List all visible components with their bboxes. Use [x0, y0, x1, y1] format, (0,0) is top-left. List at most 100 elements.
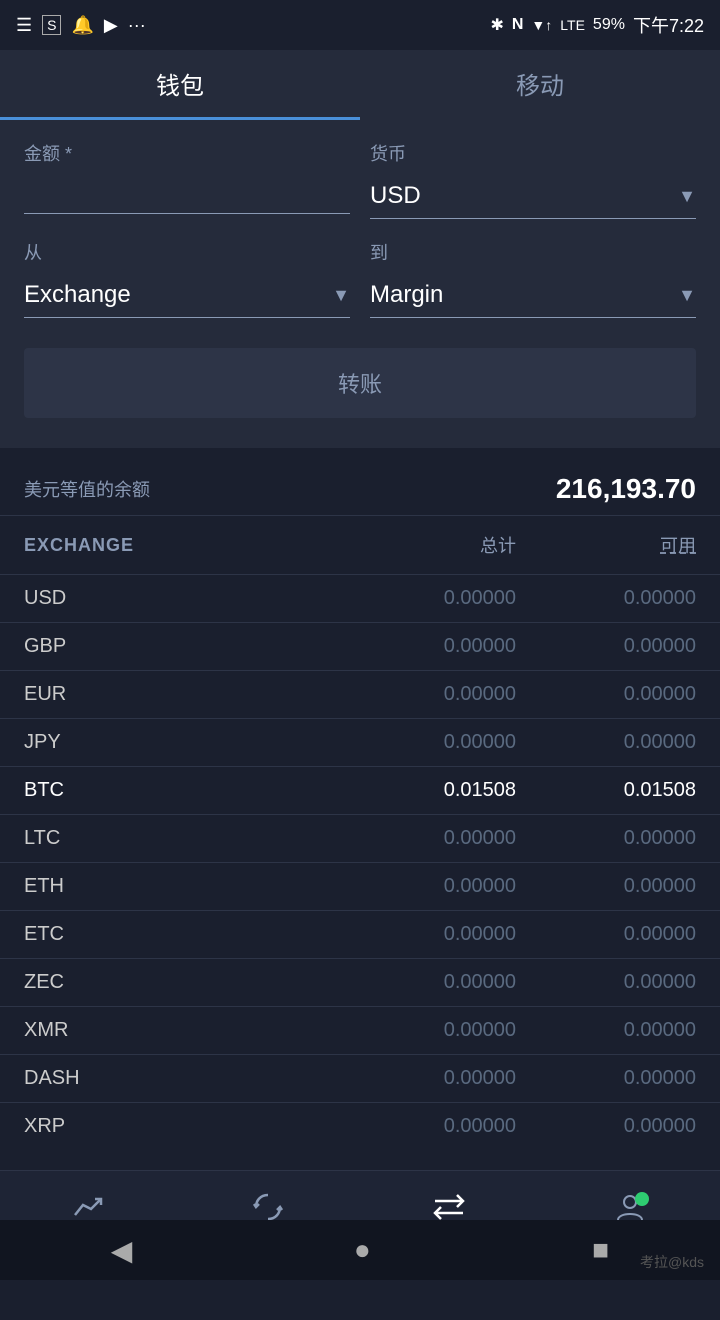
- watermark: 考拉@kds: [640, 1252, 704, 1272]
- nfc-icon: N: [512, 16, 524, 34]
- tab-wallet[interactable]: 钱包: [0, 50, 360, 120]
- total-value: 0.00000: [316, 635, 516, 658]
- main-tab-bar: 钱包 移动: [0, 50, 720, 120]
- form-row-2: 从 Exchange ▼ 到 Margin ▼: [24, 239, 696, 318]
- signal-icon: ▼↑: [531, 17, 552, 33]
- table-row: LTC 0.00000 0.00000: [0, 814, 720, 862]
- currency-symbol: ZEC: [24, 971, 316, 994]
- table-row: ETC 0.00000 0.00000: [0, 910, 720, 958]
- available-value: 0.00000: [516, 875, 696, 898]
- currency-select[interactable]: USD ▼: [370, 174, 696, 219]
- exchange-section-title: EXCHANGE: [24, 535, 316, 556]
- exchange-header: EXCHANGE 总计 可用: [0, 516, 720, 574]
- transfer-button[interactable]: 转账: [24, 348, 696, 418]
- total-value: 0.00000: [316, 827, 516, 850]
- status-right-info: ✱ N ▼↑ LTE 59% 下午7:22: [490, 12, 704, 38]
- currency-symbol: DASH: [24, 1067, 316, 1090]
- currency-dropdown-arrow: ▼: [678, 186, 696, 207]
- amount-label: 金额 *: [24, 140, 350, 166]
- available-value: 0.00000: [516, 635, 696, 658]
- currency-symbol: JPY: [24, 731, 316, 754]
- online-dot: [635, 1192, 649, 1206]
- home-button[interactable]: ●: [354, 1234, 371, 1266]
- menu-icon: ☰: [16, 15, 32, 36]
- from-value: Exchange: [24, 281, 131, 309]
- time-label: 下午7:22: [633, 12, 704, 38]
- total-value: 0.00000: [316, 875, 516, 898]
- table-row: JPY 0.00000 0.00000: [0, 718, 720, 766]
- transfer-form: 金额 * 货币 USD ▼ 从 Exchange ▼: [0, 120, 720, 449]
- currency-label: 货币: [370, 140, 696, 166]
- total-value: 0.00000: [316, 1115, 516, 1138]
- currency-value: USD: [370, 182, 421, 210]
- available-value: 0.00000: [516, 971, 696, 994]
- total-value: 0.00000: [316, 923, 516, 946]
- total-value: 0.00000: [316, 731, 516, 754]
- exchange-rows-container: USD 0.00000 0.00000 GBP 0.00000 0.00000 …: [0, 574, 720, 1150]
- currency-symbol: ETH: [24, 875, 316, 898]
- to-value: Margin: [370, 281, 443, 309]
- currency-symbol: XMR: [24, 1019, 316, 1042]
- bell-icon: 🔔: [71, 15, 93, 36]
- total-value: 0.00000: [316, 1067, 516, 1090]
- exchange-section: EXCHANGE 总计 可用 USD 0.00000 0.00000 GBP 0…: [0, 516, 720, 1150]
- balance-label: 美元等值的余额: [24, 476, 150, 502]
- currency-group: 货币 USD ▼: [370, 140, 696, 219]
- to-dropdown-arrow: ▼: [678, 285, 696, 306]
- total-value: 0.00000: [316, 683, 516, 706]
- amount-input[interactable]: [24, 174, 350, 214]
- tab-mobile[interactable]: 移动: [360, 50, 720, 120]
- bluetooth-icon: ✱: [490, 15, 503, 35]
- to-label: 到: [370, 239, 696, 265]
- currency-symbol: LTC: [24, 827, 316, 850]
- table-row: USD 0.00000 0.00000: [0, 574, 720, 622]
- from-group: 从 Exchange ▼: [24, 239, 350, 318]
- more-icon: ···: [128, 15, 146, 36]
- system-nav-bar: ◀ ● ■ 考拉@kds: [0, 1220, 720, 1280]
- available-value: 0.01508: [516, 779, 696, 802]
- col-available-header: 可用: [516, 532, 696, 558]
- status-bar: ☰ S 🔔 ▶ ··· ✱ N ▼↑ LTE 59% 下午7:22: [0, 0, 720, 50]
- play-icon: ▶: [104, 15, 118, 36]
- available-value: 0.00000: [516, 1067, 696, 1090]
- currency-symbol: ETC: [24, 923, 316, 946]
- currency-symbol: EUR: [24, 683, 316, 706]
- table-row: ZEC 0.00000 0.00000: [0, 958, 720, 1006]
- table-row: XMR 0.00000 0.00000: [0, 1006, 720, 1054]
- lte-label: LTE: [560, 17, 585, 33]
- available-value: 0.00000: [516, 587, 696, 610]
- balance-value: 216,193.70: [556, 473, 696, 505]
- from-select[interactable]: Exchange ▼: [24, 273, 350, 318]
- status-left-icons: ☰ S 🔔 ▶ ···: [16, 15, 146, 36]
- available-value: 0.00000: [516, 1115, 696, 1138]
- available-value: 0.00000: [516, 923, 696, 946]
- back-button[interactable]: ◀: [111, 1234, 133, 1267]
- table-row: EUR 0.00000 0.00000: [0, 670, 720, 718]
- total-value: 0.01508: [316, 779, 516, 802]
- available-value: 0.00000: [516, 1019, 696, 1042]
- battery-label: 59%: [593, 16, 625, 34]
- to-group: 到 Margin ▼: [370, 239, 696, 318]
- table-row: DASH 0.00000 0.00000: [0, 1054, 720, 1102]
- form-row-1: 金额 * 货币 USD ▼: [24, 140, 696, 219]
- total-value: 0.00000: [316, 971, 516, 994]
- available-value: 0.00000: [516, 731, 696, 754]
- currency-symbol: USD: [24, 587, 316, 610]
- recent-button[interactable]: ■: [592, 1234, 609, 1266]
- available-value: 0.00000: [516, 827, 696, 850]
- from-dropdown-arrow: ▼: [332, 285, 350, 306]
- currency-symbol: BTC: [24, 779, 316, 802]
- currency-symbol: XRP: [24, 1115, 316, 1138]
- table-row: XRP 0.00000 0.00000: [0, 1102, 720, 1150]
- to-select[interactable]: Margin ▼: [370, 273, 696, 318]
- table-row: ETH 0.00000 0.00000: [0, 862, 720, 910]
- currency-symbol: GBP: [24, 635, 316, 658]
- table-row: BTC 0.01508 0.01508: [0, 766, 720, 814]
- total-value: 0.00000: [316, 1019, 516, 1042]
- balance-section: 美元等值的余额 216,193.70: [0, 449, 720, 516]
- amount-group: 金额 *: [24, 140, 350, 219]
- table-row: GBP 0.00000 0.00000: [0, 622, 720, 670]
- total-value: 0.00000: [316, 587, 516, 610]
- s-icon: S: [42, 15, 61, 35]
- col-total-header: 总计: [316, 532, 516, 558]
